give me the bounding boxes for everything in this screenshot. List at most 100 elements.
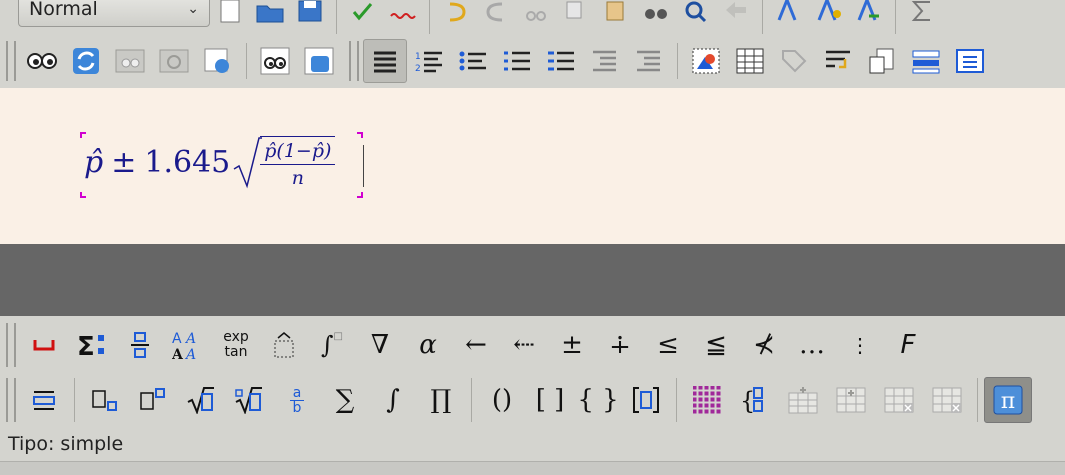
nabla-symbol: ∇ bbox=[370, 330, 390, 360]
insert-image-button[interactable] bbox=[684, 39, 728, 83]
update-button[interactable] bbox=[196, 39, 240, 83]
ellipsis-button[interactable]: … bbox=[788, 322, 836, 368]
sum-button[interactable] bbox=[902, 0, 942, 33]
tag-button[interactable] bbox=[772, 39, 816, 83]
separator bbox=[336, 0, 337, 35]
less-equal-button[interactable]: ≤ bbox=[644, 322, 692, 368]
list-style-button[interactable] bbox=[539, 39, 583, 83]
find-replace-button[interactable] bbox=[636, 0, 676, 33]
attributes-button[interactable]: AAAA bbox=[164, 322, 212, 368]
zoom-button[interactable] bbox=[676, 0, 716, 33]
cut-button[interactable] bbox=[516, 0, 556, 33]
brackets-placeholder-button[interactable] bbox=[260, 322, 308, 368]
delete-column-button[interactable] bbox=[923, 377, 971, 423]
product-button[interactable]: ∏ bbox=[417, 377, 465, 423]
insert-object-button[interactable] bbox=[860, 39, 904, 83]
numbered-list-button[interactable]: 12 bbox=[407, 39, 451, 83]
nabla-button[interactable]: ∇ bbox=[356, 322, 404, 368]
plus-minus-button[interactable]: ± bbox=[548, 322, 596, 368]
insert-row-above-button[interactable] bbox=[779, 377, 827, 423]
delete-row-button[interactable] bbox=[875, 377, 923, 423]
vertical-dots-button[interactable]: ⋮ bbox=[836, 322, 884, 368]
matrix-button[interactable] bbox=[683, 377, 731, 423]
form-fields-button[interactable] bbox=[904, 39, 948, 83]
svg-text:A: A bbox=[184, 347, 196, 360]
superscript-button[interactable] bbox=[129, 377, 177, 423]
align-justify-button[interactable] bbox=[363, 39, 407, 83]
undo-button[interactable] bbox=[436, 0, 476, 33]
view-disabled-button-2[interactable] bbox=[152, 39, 196, 83]
preview-eyes-button[interactable] bbox=[253, 39, 297, 83]
auto-spellcheck-button[interactable] bbox=[383, 0, 423, 33]
dot-plus-button[interactable]: ∔ bbox=[596, 322, 644, 368]
sum-placeholder-button[interactable]: Σ bbox=[68, 322, 116, 368]
bullet-list-icon bbox=[459, 51, 486, 71]
preview-refresh-button[interactable] bbox=[297, 39, 341, 83]
functions-button[interactable]: exp tan bbox=[212, 322, 260, 368]
curly-braces-button[interactable]: { } bbox=[574, 377, 622, 423]
dotted-arrow-button[interactable]: ⇠ bbox=[500, 322, 548, 368]
insert-table-button[interactable] bbox=[728, 39, 772, 83]
copy-button[interactable] bbox=[556, 0, 596, 33]
magnifier-icon bbox=[685, 1, 707, 23]
integral-placeholder-button[interactable]: ∫□ bbox=[308, 322, 356, 368]
formula-document[interactable]: p̂ ± 1.645 p̂(1−p̂) n bbox=[0, 88, 1065, 244]
paste-button[interactable] bbox=[596, 0, 636, 33]
scissors-icon bbox=[526, 11, 546, 21]
view-eyes-button[interactable] bbox=[20, 39, 64, 83]
bracket-placeholder-button[interactable] bbox=[622, 377, 670, 423]
back-button[interactable] bbox=[716, 0, 756, 33]
bullet-list-button[interactable] bbox=[451, 39, 495, 83]
z-value: 1.645 bbox=[144, 144, 231, 180]
delete-row-icon bbox=[884, 387, 914, 413]
insert-column-button[interactable] bbox=[827, 377, 875, 423]
relations-button[interactable] bbox=[116, 322, 164, 368]
square-brackets-button[interactable]: [ ] bbox=[526, 377, 574, 423]
pi-toggle-button[interactable]: π bbox=[984, 377, 1032, 423]
not-precedes-button[interactable]: ⊀ bbox=[740, 322, 788, 368]
toolbar-grip[interactable] bbox=[6, 323, 16, 367]
unary-binary-operators-button[interactable] bbox=[20, 322, 68, 368]
spellcheck-button[interactable] bbox=[343, 0, 383, 33]
font-color-button[interactable] bbox=[849, 0, 889, 33]
less-equal-slant-button[interactable]: ≦ bbox=[692, 322, 740, 368]
square-root-button[interactable] bbox=[177, 377, 225, 423]
text-box-button[interactable] bbox=[948, 39, 992, 83]
new-document-button[interactable] bbox=[210, 0, 250, 33]
brace-placeholder-button[interactable]: { bbox=[731, 377, 779, 423]
toolbar-grip[interactable] bbox=[349, 41, 359, 81]
toolbar-grip[interactable] bbox=[6, 41, 16, 81]
stack-button[interactable] bbox=[20, 377, 68, 423]
redo-button[interactable] bbox=[476, 0, 516, 33]
open-button[interactable] bbox=[250, 0, 290, 33]
outline-list-button[interactable] bbox=[495, 39, 539, 83]
separator bbox=[676, 378, 677, 422]
italic-f-button[interactable]: F bbox=[884, 322, 932, 368]
decrease-indent-button[interactable] bbox=[627, 39, 671, 83]
formula-expression[interactable]: p̂ ± 1.645 p̂(1−p̂) n bbox=[84, 132, 336, 192]
toolbar-grip[interactable] bbox=[6, 378, 16, 422]
save-button[interactable] bbox=[290, 0, 330, 33]
tag-icon bbox=[782, 50, 807, 73]
sum-button[interactable]: ∑ bbox=[321, 377, 369, 423]
view-disabled-button-1[interactable] bbox=[108, 39, 152, 83]
subscript-button[interactable] bbox=[81, 377, 129, 423]
wrap-text-button[interactable] bbox=[816, 39, 860, 83]
parentheses-button[interactable]: () bbox=[478, 377, 526, 423]
increase-indent-button[interactable] bbox=[583, 39, 627, 83]
paragraph-style-combo[interactable]: Normal ⌄ bbox=[18, 0, 210, 27]
fontwork-button[interactable] bbox=[769, 0, 809, 33]
fraction-button[interactable]: a b bbox=[273, 377, 321, 423]
left-arrow-button[interactable]: ← bbox=[452, 322, 500, 368]
product-symbol: ∏ bbox=[430, 385, 452, 415]
chevron-down-icon[interactable]: ⌄ bbox=[187, 1, 199, 17]
alpha-button[interactable]: α bbox=[404, 322, 452, 368]
integral-button[interactable]: ∫ bbox=[369, 377, 417, 423]
nth-root-button[interactable] bbox=[225, 377, 273, 423]
status-text: Tipo: simple bbox=[8, 433, 124, 455]
spellcheck-icon bbox=[352, 3, 373, 21]
fraction-numerator: p̂(1−p̂) bbox=[260, 140, 336, 165]
user-font-button[interactable] bbox=[809, 0, 849, 33]
refresh-button[interactable] bbox=[64, 39, 108, 83]
svg-text:A: A bbox=[184, 331, 196, 347]
